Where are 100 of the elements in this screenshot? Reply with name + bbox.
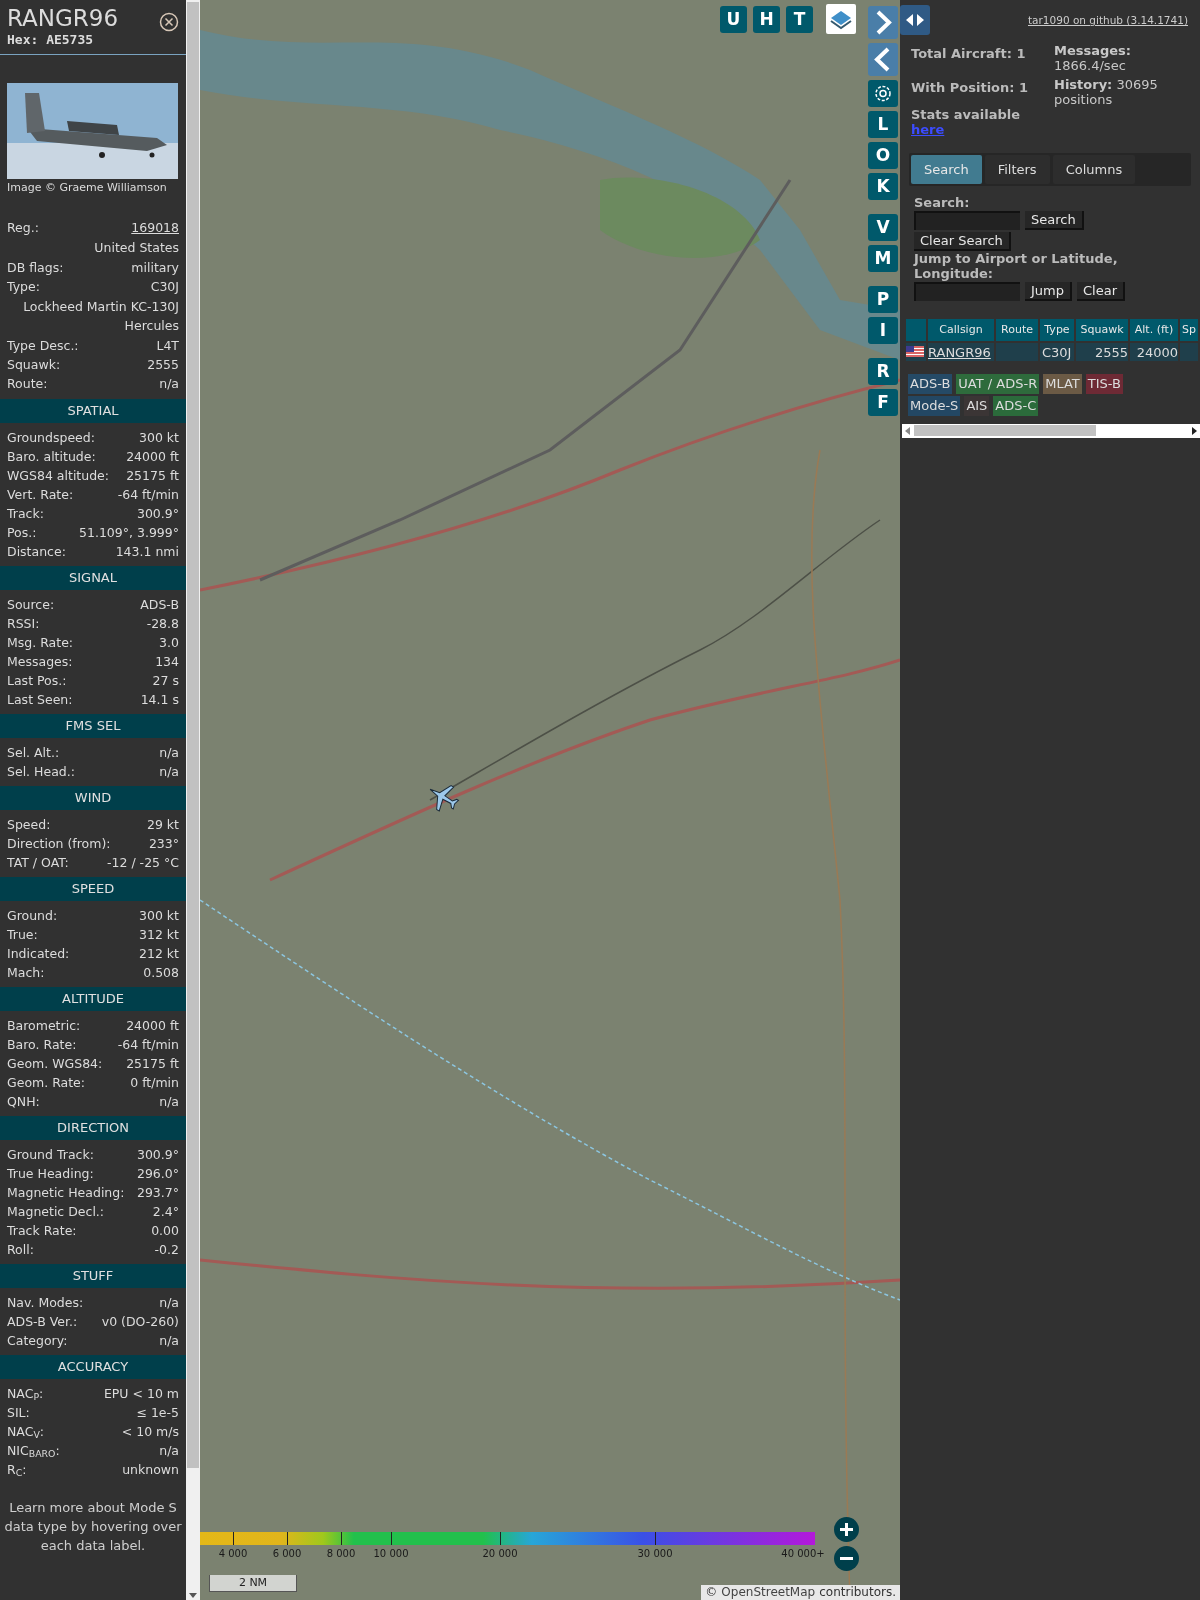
info-value: Lockheed Martin KC-130J Hercules: [23, 299, 179, 333]
search-label: Search:: [914, 195, 971, 210]
table-cell: C30J: [1040, 342, 1074, 361]
jump-field[interactable]: [914, 281, 1020, 301]
tab[interactable]: Columns: [1052, 154, 1136, 184]
column-header[interactable]: Callsign: [928, 318, 994, 341]
info-label: Pos.:: [7, 524, 37, 542]
info-label: TAT / OAT:: [7, 854, 69, 872]
table-cell: 24000: [1130, 342, 1178, 361]
altitude-legend-label: 4 000: [218, 1547, 248, 1561]
info-label: QNH:: [7, 1093, 40, 1111]
info-value: 29 kt: [146, 816, 179, 834]
info-label: ADS-B Ver.:: [7, 1313, 78, 1331]
version-link[interactable]: tar1090 on github (3.14.1741): [1028, 13, 1188, 29]
map-option-button[interactable]: P: [868, 286, 898, 313]
info-label: Reg.:: [7, 219, 39, 237]
layers-icon[interactable]: [826, 4, 856, 34]
scrollbar-thumb[interactable]: [914, 425, 1096, 437]
info-value: military: [131, 259, 179, 277]
info-label: NAC$_{V}$:: [7, 1423, 45, 1441]
clear-button[interactable]: Clear: [1077, 281, 1125, 301]
info-value: United States: [94, 240, 179, 255]
info-value: n/a: [159, 744, 179, 762]
info-label: Track Rate:: [7, 1222, 77, 1240]
info-label: Groundspeed:: [7, 429, 95, 447]
settings-icon[interactable]: [868, 80, 898, 107]
info-label: DB flags:: [7, 259, 64, 277]
info-value: n/a: [159, 1332, 179, 1350]
source-badge: ADS-B: [908, 373, 953, 394]
registration-link[interactable]: 169018: [131, 218, 179, 237]
info-value: v0 (DO-260): [101, 1313, 179, 1331]
column-header[interactable]: Sp: [1180, 318, 1198, 341]
info-value: n/a: [159, 1093, 179, 1111]
view-toggle-button[interactable]: T: [786, 6, 813, 33]
info-value: unknown: [122, 1461, 179, 1479]
info-label: Roll:: [7, 1241, 34, 1259]
map-option-button[interactable]: L: [868, 111, 898, 138]
hex-code: Hex: AE5735: [7, 32, 95, 48]
info-label: RSSI:: [7, 615, 40, 633]
info-value: 14.1 s: [140, 691, 179, 709]
info-label: Sel. Head.:: [7, 763, 75, 781]
attribution-link[interactable]: OpenStreetMap: [721, 1585, 816, 1600]
info-label: Squawk:: [7, 356, 61, 374]
clear-search-button[interactable]: Clear Search: [914, 231, 1011, 251]
table-cell: 2555: [1076, 342, 1128, 361]
tab[interactable]: Filters: [984, 154, 1050, 184]
info-value: 0 ft/min: [130, 1074, 179, 1092]
info-value: n/a: [159, 1294, 179, 1312]
altitude-legend-label: 30 000: [637, 1547, 673, 1561]
help-note: Learn more about Mode S data type by hovering over each data label.: [3, 1499, 183, 1555]
jump-label: Jump to Airport or Latitude, Longitude:: [914, 250, 1119, 281]
info-label: Type Desc.:: [7, 337, 79, 355]
info-value: C30J: [150, 278, 179, 296]
view-toggle-button[interactable]: U: [720, 6, 747, 33]
info-label: Vert. Rate:: [7, 486, 74, 504]
map-option-button[interactable]: I: [868, 317, 898, 344]
column-header[interactable]: Type: [1040, 318, 1074, 341]
search-button[interactable]: Search: [1025, 210, 1084, 230]
info-label: Magnetic Heading:: [7, 1184, 125, 1202]
table-cell: [1180, 342, 1198, 361]
table-cell: [996, 342, 1038, 361]
info-value: -28.8: [146, 615, 179, 633]
column-header[interactable]: Route: [996, 318, 1038, 341]
altitude-legend-label: 20 000: [482, 1547, 518, 1561]
plus-icon: [839, 1522, 854, 1537]
map-option-button[interactable]: O: [868, 142, 898, 169]
map-option-button[interactable]: K: [868, 173, 898, 200]
info-value: 2.4°: [152, 1203, 179, 1221]
info-label: Last Seen:: [7, 691, 73, 709]
map-option-button[interactable]: V: [868, 214, 898, 241]
jump-button[interactable]: Jump: [1025, 281, 1072, 301]
source-badge: MLAT: [1043, 373, 1082, 394]
info-label: Messages:: [7, 653, 73, 671]
close-icon[interactable]: [159, 12, 179, 32]
info-label: WGS84 altitude:: [7, 467, 110, 485]
section-header: STUFF: [0, 1264, 186, 1288]
section-header: SPATIAL: [0, 399, 186, 423]
scroll-down-icon[interactable]: [186, 1590, 200, 1600]
column-header[interactable]: Alt. (ft): [1130, 318, 1178, 341]
scale-bar: 2 NM: [209, 1575, 297, 1592]
view-toggle-button[interactable]: H: [753, 6, 780, 33]
info-value: 25175 ft: [126, 1055, 179, 1073]
info-value: 143.1 nmi: [115, 543, 179, 561]
info-label: Last Pos.:: [7, 672, 67, 690]
panel-toggle-icon[interactable]: [900, 5, 930, 35]
scrollbar-thumb[interactable]: [187, 2, 199, 1468]
info-value: ADS-B: [140, 596, 179, 614]
info-label: Source:: [7, 596, 55, 614]
tab[interactable]: Search: [911, 154, 982, 184]
map-option-button[interactable]: R: [868, 358, 898, 385]
stat-text: With Position: 1: [911, 79, 1030, 95]
altitude-legend-label: 8 000: [326, 1547, 356, 1561]
attribution-text: ©: [705, 1585, 718, 1600]
column-header[interactable]: Squawk: [1076, 318, 1128, 341]
search-field[interactable]: [914, 210, 1020, 230]
info-label: Mach:: [7, 964, 45, 982]
info-label: Geom. WGS84:: [7, 1055, 103, 1073]
map-option-button[interactable]: F: [868, 389, 898, 416]
map-option-button[interactable]: M: [868, 245, 898, 272]
info-value: 24000 ft: [126, 448, 179, 466]
